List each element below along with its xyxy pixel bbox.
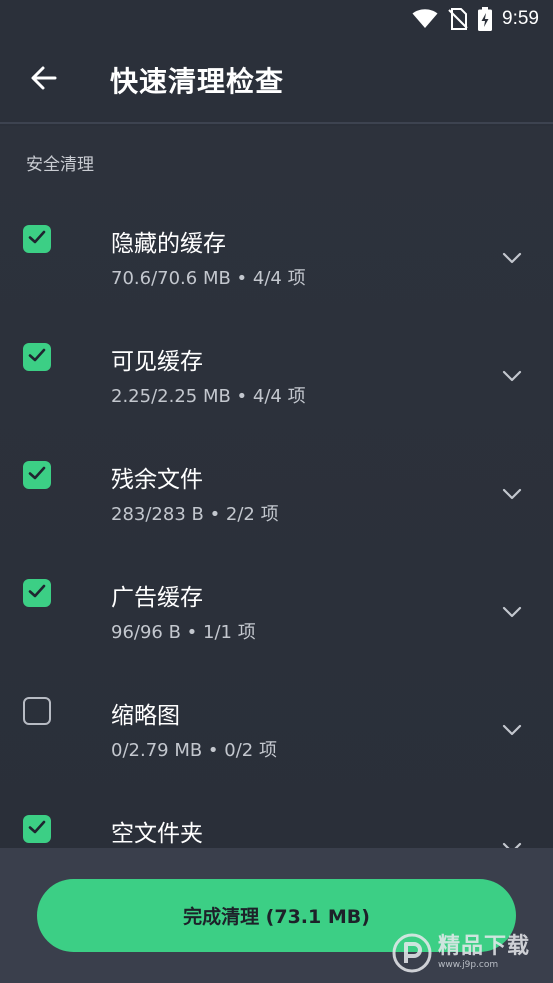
arrow-left-icon: [30, 64, 58, 96]
item-detail: 96/96 B • 1/1 项: [111, 622, 256, 643]
clean-item-list: 隐藏的缓存 70.6/70.6 MB • 4/4 项 可见缓存 2.25/2.2…: [0, 198, 553, 848]
wifi-icon: [412, 9, 438, 29]
chevron-down-icon[interactable]: [500, 600, 524, 624]
check-icon: [27, 817, 47, 841]
item-detail: 283/283 B • 2/2 项: [111, 504, 279, 525]
watermark-url: www.j9p.com: [438, 960, 499, 970]
status-bar: 9:59: [0, 0, 553, 38]
app-bar: 快速清理检查: [0, 38, 553, 124]
clean-list-panel[interactable]: 安全清理 隐藏的缓存 70.6/70.6 MB • 4/4 项 可见缓存 2.2…: [0, 126, 553, 848]
watermark-text: 精品下载: [438, 934, 531, 959]
item-checkbox[interactable]: [23, 579, 51, 607]
list-item[interactable]: 广告缓存 96/96 B • 1/1 项: [0, 552, 553, 670]
item-title: 广告缓存: [111, 585, 203, 611]
check-icon: [27, 463, 47, 487]
chevron-down-icon[interactable]: [500, 482, 524, 506]
item-checkbox[interactable]: [23, 343, 51, 371]
item-checkbox[interactable]: [23, 815, 51, 843]
no-sim-icon: [448, 8, 468, 30]
status-time: 9:59: [502, 8, 539, 29]
watermark-logo-icon: [392, 933, 432, 973]
check-icon: [27, 345, 47, 369]
chevron-down-icon[interactable]: [500, 836, 524, 848]
item-detail: 2.25/2.25 MB • 4/4 项: [111, 386, 306, 407]
page-title: 快速清理检查: [110, 65, 285, 98]
chevron-down-icon[interactable]: [500, 246, 524, 270]
item-title: 缩略图: [111, 703, 180, 729]
battery-charging-icon: [478, 7, 493, 31]
list-item[interactable]: 残余文件 283/283 B • 2/2 项: [0, 434, 553, 552]
section-title: 安全清理: [26, 155, 94, 175]
item-checkbox[interactable]: [23, 697, 51, 725]
list-item[interactable]: 可见缓存 2.25/2.25 MB • 4/4 项: [0, 316, 553, 434]
list-item[interactable]: 隐藏的缓存 70.6/70.6 MB • 4/4 项: [0, 198, 553, 316]
item-detail: 70.6/70.6 MB • 4/4 项: [111, 268, 306, 289]
item-checkbox[interactable]: [23, 461, 51, 489]
check-icon: [27, 581, 47, 605]
chevron-down-icon[interactable]: [500, 718, 524, 742]
item-detail: 0/2.79 MB • 0/2 项: [111, 740, 277, 761]
back-button[interactable]: [24, 60, 64, 100]
list-item[interactable]: 缩略图 0/2.79 MB • 0/2 项: [0, 670, 553, 788]
chevron-down-icon[interactable]: [500, 364, 524, 388]
check-icon: [27, 227, 47, 251]
list-item[interactable]: 空文件夹: [0, 788, 553, 848]
item-title: 空文件夹: [111, 821, 203, 847]
item-title: 隐藏的缓存: [111, 231, 226, 257]
item-checkbox[interactable]: [23, 225, 51, 253]
watermark: 精品下载 www.j9p.com: [392, 925, 552, 981]
item-title: 残余文件: [111, 467, 203, 493]
item-title: 可见缓存: [111, 349, 203, 375]
